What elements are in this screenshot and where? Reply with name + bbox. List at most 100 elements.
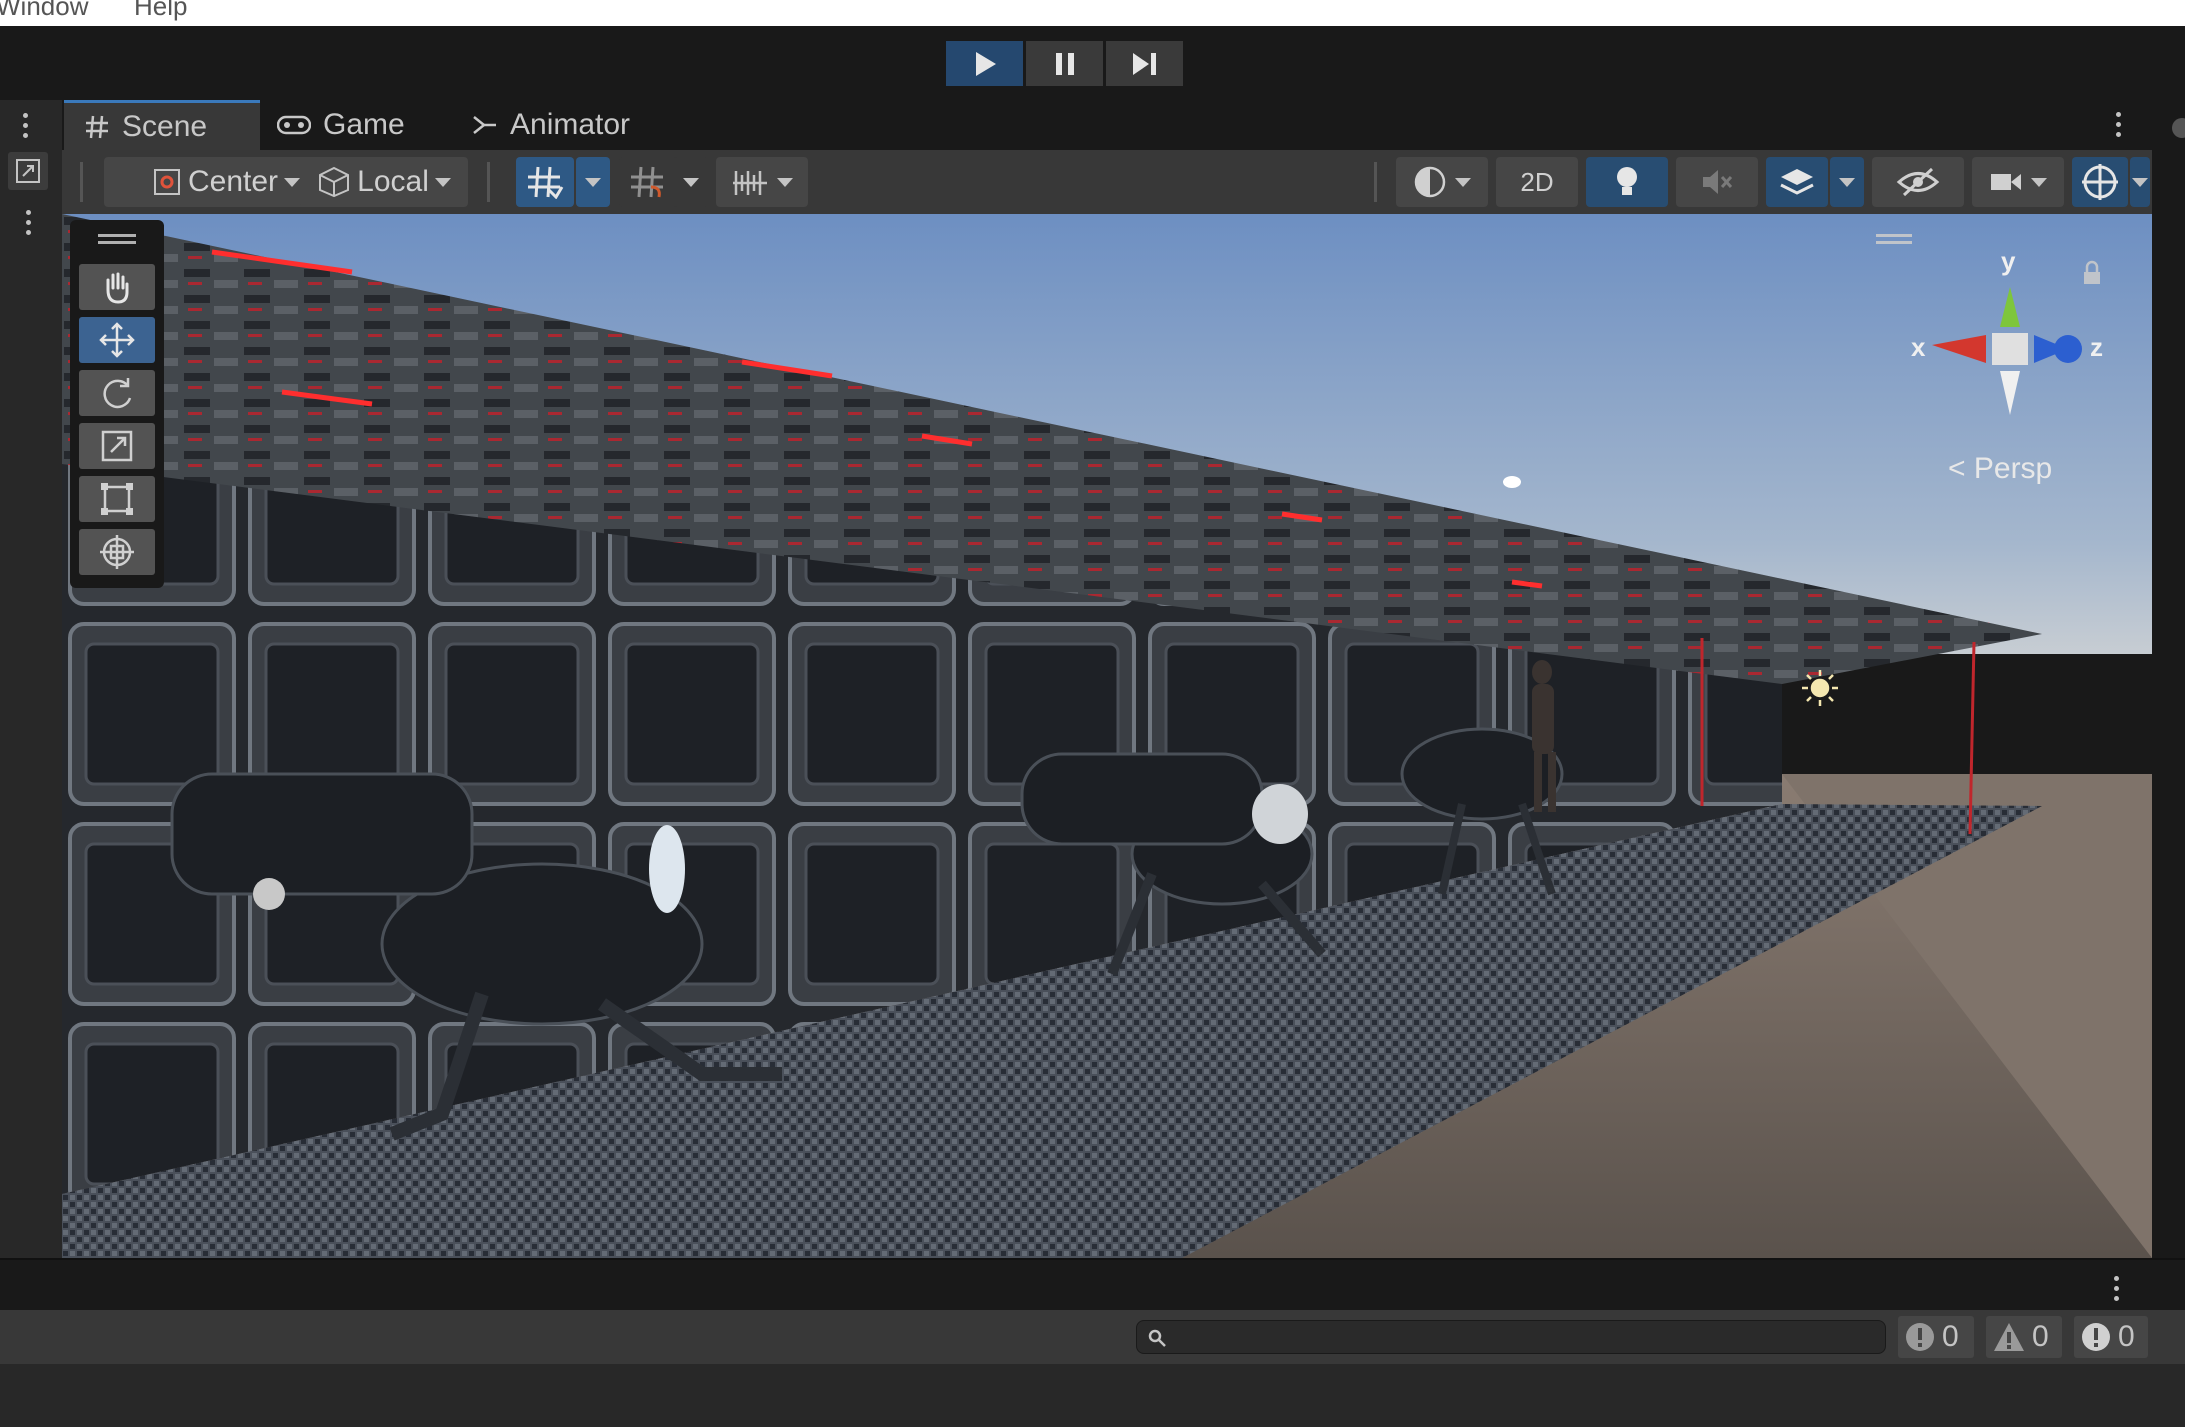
rotate-tool-button[interactable] [79,370,155,416]
space-label: Local [357,165,429,198]
tab-animator[interactable]: Animator [472,100,630,150]
console-tab-bar [0,1258,2185,1310]
search-icon [1148,1329,1166,1347]
tab-game-label: Game [323,108,405,141]
cube-icon [319,166,350,198]
ruler-icon [733,171,767,195]
gizmo-x-label[interactable]: x [1911,332,1925,363]
pivot-label: Center [187,165,279,198]
warning-count: 0 [2032,1320,2049,1353]
projection-label: Persp [1973,452,2053,485]
tab-scene[interactable]: Scene [64,100,260,150]
increment-snap-toggle[interactable] [619,157,677,207]
grid-snap-dropdown[interactable] [576,157,610,207]
shading-mode-dropdown[interactable] [1396,157,1488,207]
gizmos-dropdown[interactable] [2130,157,2150,207]
transform-icon [100,535,134,569]
chevron-down-icon [284,177,301,187]
right-dock-edge [2152,100,2185,1260]
space-dropdown[interactable]: Local [300,157,468,207]
play-icon [975,51,996,76]
camera-dropdown[interactable] [1972,157,2064,207]
audio-mute-icon [1703,170,1733,194]
effects-dropdown[interactable] [1830,157,1864,207]
2d-label: 2D [1520,166,1554,197]
error-count-toggle[interactable]: 0 [1898,1316,1974,1358]
rect-transform-icon [101,483,133,515]
shading-sphere-icon [1414,166,1446,198]
effects-toggle[interactable] [1766,157,1828,207]
gizmos-toggle[interactable] [2072,157,2128,207]
scene-render [62,214,2152,1258]
move-tool-button[interactable] [79,317,155,363]
gizmos-icon [2082,164,2118,200]
chevron-down-icon [777,177,793,187]
scale-icon [101,430,133,462]
tool-palette [70,220,164,588]
toolbar-separator [487,162,490,202]
gamepad-icon [277,114,311,136]
transform-tool-button[interactable] [79,529,155,575]
audio-toggle[interactable] [1676,157,1758,207]
chevron-left-icon: < [1948,452,1966,485]
scene-toolbar: Center Local 2D [62,150,2152,214]
left-more-icon[interactable] [23,113,29,138]
toolbar-grip [80,162,83,202]
increment-snap-dropdown[interactable] [674,157,708,207]
edge-circle-icon [2172,118,2185,138]
ruler-dropdown[interactable] [716,157,808,207]
pivot-icon [153,169,180,195]
projection-toggle[interactable]: < Persp [1948,452,2052,486]
warning-icon [1994,1323,2024,1351]
error-count: 0 [1942,1320,1959,1353]
info-count-toggle[interactable]: 0 [2074,1316,2148,1358]
hand-icon [106,272,129,304]
camera-icon [1991,174,2021,190]
chevron-down-icon [2031,177,2047,187]
scene-viewport[interactable]: y x z [62,214,2152,1258]
hidden-objects-toggle[interactable] [1872,157,1964,207]
chevron-down-icon [434,177,451,187]
menu-bar: Window Help [0,0,2185,26]
gizmo-z-label[interactable]: z [2090,332,2103,363]
chevron-down-icon [1455,177,1471,187]
scale-tool-button[interactable] [79,423,155,469]
animator-icon [472,113,498,137]
move-arrows-icon [99,322,135,358]
console-panel: 0 0 0 [0,1258,2185,1427]
eye-hidden-icon [1896,167,1940,197]
step-button[interactable] [1106,41,1183,86]
increment-snap-icon [631,166,663,198]
pause-button[interactable] [1026,41,1103,86]
step-icon [1132,52,1156,75]
toolbar-separator-2 [1374,162,1377,202]
menu-item-window[interactable]: Window [0,0,88,22]
lighting-toggle[interactable] [1586,157,1668,207]
left-more-icon-2[interactable] [26,210,32,235]
rect-tool-button[interactable] [79,476,155,522]
rotate-icon [103,378,132,409]
maximize-icon[interactable] [8,152,48,190]
tab-game[interactable]: Game [277,100,405,150]
console-search-input[interactable] [1136,1320,1886,1354]
hand-tool-button[interactable] [79,264,155,310]
left-dock-strip [0,100,62,1260]
pause-icon [1055,52,1074,75]
warning-count-toggle[interactable]: 0 [1986,1316,2062,1358]
info-alert-icon [2082,1323,2110,1351]
menu-item-help[interactable]: Help [134,0,187,22]
console-more-icon[interactable] [2114,1276,2120,1301]
lightbulb-icon [1617,167,1637,195]
hash-icon [84,114,110,140]
effects-layers-icon [1780,169,1814,195]
tab-animator-label: Animator [510,108,631,141]
grid-snap-icon [528,166,564,199]
grid-snap-toggle[interactable] [516,157,574,207]
play-button[interactable] [946,41,1023,86]
gizmo-y-label[interactable]: y [2001,246,2015,277]
2d-toggle[interactable]: 2D [1496,157,1578,207]
play-toolbar [0,26,2185,100]
scene-more-icon[interactable] [2116,112,2122,137]
info-count: 0 [2118,1320,2135,1353]
error-icon [1906,1323,1934,1351]
